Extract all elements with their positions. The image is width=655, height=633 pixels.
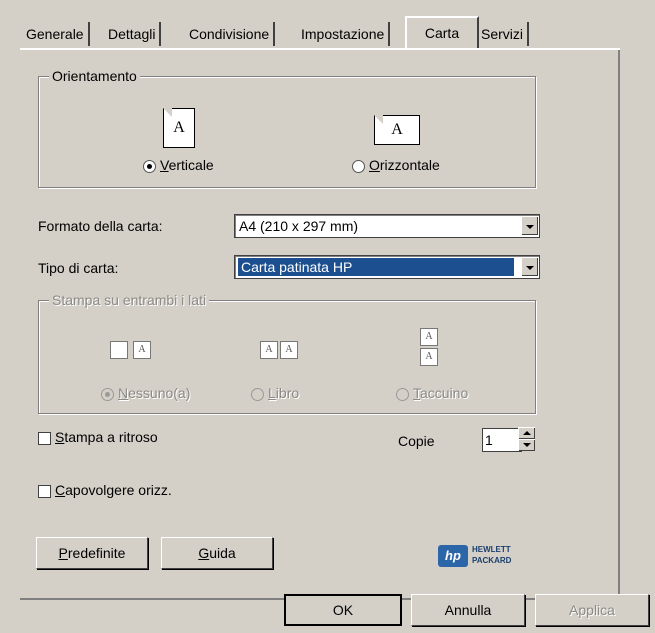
defaults-mnemonic: P — [58, 545, 68, 561]
book-binding-icon-right: A — [280, 341, 298, 359]
book-open-icon — [110, 341, 128, 359]
book-open-icon-right: A — [133, 341, 151, 359]
duplex-notepad-radio[interactable]: Taccuino — [396, 385, 468, 401]
flip-horizontal-box — [38, 484, 51, 498]
paper-size-value: A4 (210 x 297 mm) — [239, 218, 359, 234]
paper-size-select[interactable]: A4 (210 x 297 mm) — [234, 214, 540, 238]
copies-stepper[interactable] — [518, 427, 536, 453]
stepper-down-icon[interactable] — [518, 439, 535, 451]
duplex-book-mnemonic: L — [268, 385, 276, 401]
portrait-label-mnemonic: V — [160, 157, 169, 173]
portrait-label: erticale — [168, 157, 214, 173]
tab-panel-top-edge — [20, 48, 620, 50]
landscape-label: rizzontale — [379, 157, 440, 173]
duplex-none-radio[interactable]: Nessuno(a) — [101, 385, 190, 401]
help-label: uida — [209, 545, 236, 561]
orientation-legend: Orientamento — [49, 68, 140, 84]
duplex-notepad-mnemonic: T — [413, 385, 420, 401]
tab-servizi[interactable]: Servizi — [477, 22, 530, 46]
defaults-label: redefinite — [67, 545, 126, 561]
hp-logo-icon: hp — [438, 545, 468, 567]
defaults-button[interactable]: Predefinite — [36, 537, 148, 569]
portrait-radio-dot — [143, 159, 156, 173]
copies-input[interactable]: 1 — [482, 428, 522, 452]
paper-type-select[interactable]: Carta patinata HP — [234, 255, 540, 279]
hp-logo-line2: PACKARD — [472, 556, 512, 565]
duplex-book-radio[interactable]: Libro — [251, 385, 299, 401]
duplex-book-label: ibro — [275, 385, 300, 401]
duplex-none-radio-dot — [101, 387, 114, 401]
help-button[interactable]: Guida — [161, 537, 273, 569]
portrait-page-icon: A — [163, 108, 195, 148]
duplex-none-label: essuno(a) — [128, 385, 191, 401]
flip-horizontal-mnemonic: C — [55, 482, 66, 498]
stepper-up-icon[interactable] — [518, 427, 535, 439]
notepad-icon-top: A — [420, 328, 438, 346]
landscape-radio[interactable]: Orizzontale — [352, 157, 440, 173]
duplex-legend: Stampa su entrambi i lati — [49, 292, 210, 308]
duplex-book-radio-dot — [251, 387, 264, 401]
tab-dettagli[interactable]: Dettagli — [104, 22, 162, 46]
landscape-page-icon: A — [374, 115, 420, 145]
cancel-button[interactable]: Annulla — [411, 594, 525, 626]
copies-label: Copie — [398, 433, 435, 449]
tab-carta[interactable]: Carta — [405, 16, 479, 48]
reverse-print-mnemonic: S — [55, 429, 65, 445]
flip-horizontal-label: apovolgere orizz. — [65, 482, 172, 498]
tab-generale[interactable]: Generale — [22, 22, 90, 46]
chevron-down-icon[interactable] — [521, 216, 538, 235]
paper-size-label: Formato della carta: — [38, 218, 163, 234]
book-binding-icon-left: A — [260, 341, 278, 359]
tab-impostazione[interactable]: Impostazione — [297, 22, 391, 46]
duplex-none-mnemonic: N — [118, 385, 129, 401]
duplex-notepad-radio-dot — [396, 387, 409, 401]
landscape-radio-dot — [352, 159, 365, 173]
flip-horizontal-checkbox[interactable]: Capovolgere orizz. — [38, 482, 172, 498]
notepad-icon-bottom: A — [420, 348, 438, 366]
landscape-label-mnemonic: O — [369, 157, 380, 173]
reverse-print-label: tampa a ritroso — [64, 429, 158, 445]
tab-panel-right-edge — [618, 48, 620, 600]
apply-button[interactable]: Applica — [535, 594, 649, 626]
help-mnemonic: G — [198, 545, 210, 561]
reverse-print-box — [38, 431, 51, 445]
hp-logo-text: HEWLETT PACKARD — [472, 544, 511, 566]
portrait-radio[interactable]: Verticale — [143, 157, 214, 173]
paper-type-value: Carta patinata HP — [238, 258, 514, 276]
ok-button[interactable]: OK — [284, 594, 402, 626]
hp-logo-line1: HEWLETT — [472, 545, 511, 554]
reverse-print-checkbox[interactable]: Stampa a ritroso — [38, 429, 158, 445]
paper-type-label: Tipo di carta: — [38, 260, 119, 276]
orientation-group: Orientamento — [38, 68, 536, 188]
chevron-down-icon[interactable] — [521, 257, 538, 276]
duplex-notepad-label: accuino — [420, 385, 469, 401]
tab-condivisione[interactable]: Condivisione — [185, 22, 276, 46]
